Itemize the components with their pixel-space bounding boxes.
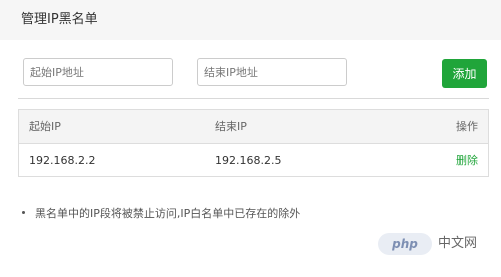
end-ip-input[interactable] <box>197 58 347 86</box>
note-text: 黑名单中的IP段将被禁止访问,IP白名单中已存在的除外 <box>35 207 301 220</box>
php-logo-icon: php <box>378 233 432 255</box>
start-ip-input[interactable] <box>23 58 173 86</box>
header-end-ip: 结束IP <box>215 120 247 133</box>
divider <box>18 98 489 99</box>
info-note: 黑名单中的IP段将被禁止访问,IP白名单中已存在的除外 <box>22 207 300 221</box>
dialog-title: 管理IP黑名单 <box>21 12 98 27</box>
cell-start-ip: 192.168.2.2 <box>29 154 96 167</box>
add-button[interactable]: 添加 <box>442 59 487 88</box>
bullet-icon <box>22 210 25 214</box>
blacklist-table: 起始IP 结束IP 操作 192.168.2.2 192.168.2.5 删除 <box>18 109 489 177</box>
watermark-text: 中文网 <box>438 236 478 251</box>
header-start-ip: 起始IP <box>29 120 61 133</box>
ip-blacklist-dialog: 管理IP黑名单 添加 起始IP 结束IP 操作 192.168.2.2 192.… <box>0 0 501 277</box>
table-header: 起始IP 结束IP 操作 <box>19 110 488 144</box>
dialog-header: 管理IP黑名单 <box>0 0 501 40</box>
cell-end-ip: 192.168.2.5 <box>215 154 282 167</box>
delete-link[interactable]: 删除 <box>456 154 478 167</box>
header-action: 操作 <box>456 120 478 133</box>
watermark: php 中文网 <box>378 231 497 259</box>
